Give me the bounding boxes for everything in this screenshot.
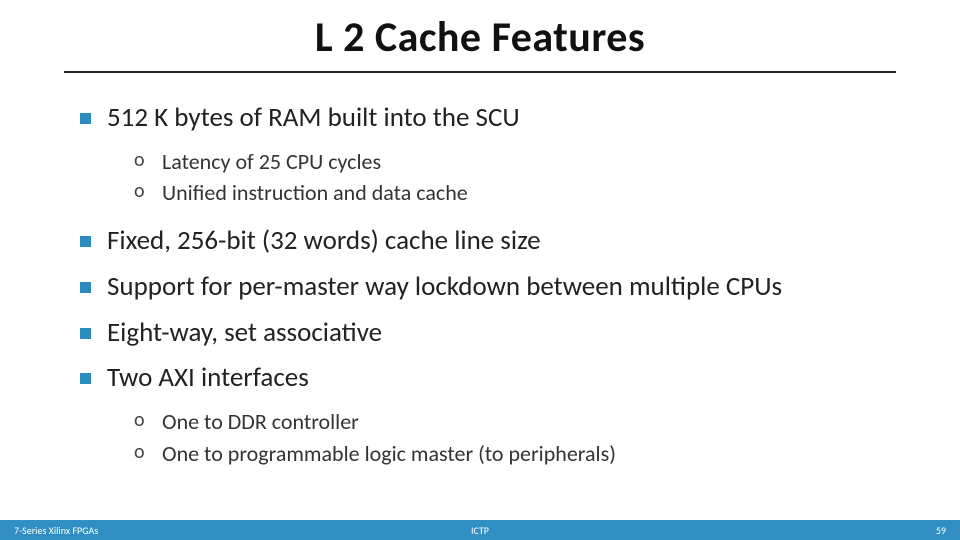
bullet-item: Support for per-master way lockdown betw… — [80, 270, 880, 304]
content-area: 512 K bytes of RAM built into the SCU o … — [0, 73, 960, 469]
sub-bullet-item: o Latency of 25 CPU cycles — [134, 147, 880, 177]
footer-page-number: 59 — [936, 524, 946, 537]
sub-bullet-item: o One to DDR controller — [134, 407, 880, 437]
square-bullet-icon — [80, 113, 91, 124]
bullet-text: 512 K bytes of RAM built into the SCU — [107, 101, 520, 135]
bullet-item: Two AXI interfaces — [80, 361, 880, 395]
footer-center: ICTP — [471, 524, 489, 537]
sub-bullet-list: o Latency of 25 CPU cycles o Unified ins… — [134, 147, 880, 208]
square-bullet-icon — [80, 282, 91, 293]
circle-bullet-icon: o — [134, 147, 148, 174]
circle-bullet-icon: o — [134, 407, 148, 434]
square-bullet-icon — [80, 328, 91, 339]
bullet-text: Eight-way, set associative — [107, 316, 382, 350]
footer-bar: 7-Series Xilinx FPGAs ICTP 59 — [0, 520, 960, 540]
sub-bullet-text: One to DDR controller — [162, 407, 359, 437]
sub-bullet-text: Unified instruction and data cache — [162, 178, 468, 208]
slide-title: L 2 Cache Features — [0, 12, 960, 63]
sub-bullet-item: o One to programmable logic master (to p… — [134, 439, 880, 469]
circle-bullet-icon: o — [134, 439, 148, 466]
bullet-item: Eight-way, set associative — [80, 316, 880, 350]
sub-bullet-item: o Unified instruction and data cache — [134, 178, 880, 208]
bullet-item: 512 K bytes of RAM built into the SCU — [80, 101, 880, 135]
bullet-item: Fixed, 256-bit (32 words) cache line siz… — [80, 224, 880, 258]
bullet-text: Fixed, 256-bit (32 words) cache line siz… — [107, 224, 541, 258]
square-bullet-icon — [80, 373, 91, 384]
sub-bullet-text: Latency of 25 CPU cycles — [162, 147, 381, 177]
bullet-text: Two AXI interfaces — [107, 361, 309, 395]
sub-bullet-list: o One to DDR controller o One to program… — [134, 407, 880, 468]
title-wrap: L 2 Cache Features — [0, 0, 960, 63]
sub-bullet-text: One to programmable logic master (to per… — [162, 439, 616, 469]
square-bullet-icon — [80, 236, 91, 247]
bullet-list: 512 K bytes of RAM built into the SCU o … — [80, 101, 880, 469]
footer-left: 7-Series Xilinx FPGAs — [14, 524, 98, 537]
circle-bullet-icon: o — [134, 178, 148, 205]
bullet-text: Support for per-master way lockdown betw… — [107, 270, 782, 304]
